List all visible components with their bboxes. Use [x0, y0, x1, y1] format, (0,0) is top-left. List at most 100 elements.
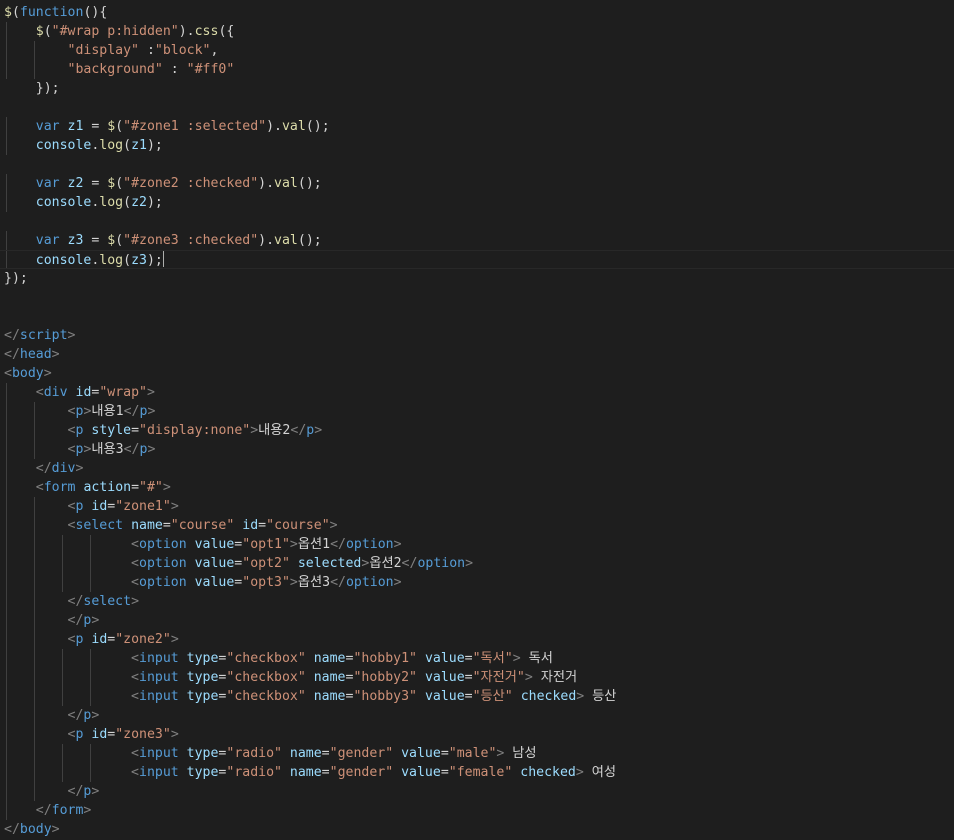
code-line[interactable]: <body> [0, 364, 954, 383]
code-token: type [186, 670, 219, 685]
code-line[interactable]: var z1 = $("#zone1 :selected").val(); [0, 117, 954, 136]
code-line[interactable]: }); [0, 269, 954, 288]
code-line[interactable] [0, 288, 954, 307]
code-line[interactable]: console.log(z3); [0, 250, 954, 269]
code-line[interactable]: </form> [0, 801, 954, 820]
code-line[interactable]: $("#wrap p:hidden").css({ [0, 22, 954, 41]
code-token: > [43, 366, 52, 381]
code-token: = [464, 670, 473, 685]
code-token: 자전거 [532, 670, 578, 685]
code-token: > [524, 670, 533, 685]
code-token: > [289, 575, 298, 590]
code-text: <input type="radio" name="gender" value=… [4, 763, 616, 782]
code-line[interactable]: </script> [0, 326, 954, 345]
code-text: </form> [4, 801, 92, 820]
code-token: > [170, 499, 179, 514]
code-token: ); [146, 138, 163, 153]
code-token: ( [123, 138, 132, 153]
code-token: </ [67, 784, 84, 799]
code-line[interactable]: </p> [0, 706, 954, 725]
code-line[interactable] [0, 98, 954, 117]
code-token: head [19, 347, 52, 362]
code-line[interactable]: var z2 = $("#zone2 :checked").val(); [0, 174, 954, 193]
code-token: "등산" [472, 689, 513, 704]
code-line[interactable]: <p>내용1</p> [0, 402, 954, 421]
code-line[interactable]: </body> [0, 820, 954, 839]
code-token: name [131, 518, 163, 533]
code-line[interactable]: </div> [0, 459, 954, 478]
code-line[interactable] [0, 212, 954, 231]
code-line[interactable]: <input type="checkbox" name="hobby1" val… [0, 649, 954, 668]
code-text: console.log(z3); [4, 251, 164, 269]
code-line[interactable]: <select name="course" id="course"> [0, 516, 954, 535]
code-token: < [35, 385, 44, 400]
code-editor[interactable]: $(function(){ $("#wrap p:hidden").css({ … [0, 0, 954, 840]
code-line[interactable]: console.log(z1); [0, 136, 954, 155]
code-token: div [43, 385, 68, 400]
code-token: </ [67, 708, 84, 723]
code-line[interactable]: "display" :"block", [0, 41, 954, 60]
code-line[interactable] [0, 155, 954, 174]
code-text: </p> [4, 611, 100, 630]
code-text: <select name="course" id="course"> [4, 516, 338, 535]
code-text: <p id="zone2"> [4, 630, 179, 649]
code-line[interactable]: </select> [0, 592, 954, 611]
code-line[interactable]: <div id="wrap"> [0, 383, 954, 402]
code-line[interactable]: <form action="#"> [0, 478, 954, 497]
code-line[interactable]: <input type="checkbox" name="hobby2" val… [0, 668, 954, 687]
code-line[interactable]: <p>내용3</p> [0, 440, 954, 459]
code-line[interactable]: <p id="zone3"> [0, 725, 954, 744]
text-cursor [162, 251, 164, 267]
code-token: $ [4, 5, 12, 20]
code-text: $(function(){ [4, 3, 107, 22]
code-line[interactable]: }); [0, 79, 954, 98]
code-token: = [440, 765, 449, 780]
code-token: "hobby2" [353, 670, 417, 685]
code-token: = [83, 233, 108, 248]
code-token: select [83, 594, 132, 609]
code-token: css [194, 24, 219, 39]
code-line[interactable]: <p id="zone1"> [0, 497, 954, 516]
code-line[interactable]: <option value="opt3">옵션3</option> [0, 573, 954, 592]
code-token: "opt1" [242, 537, 290, 552]
code-line[interactable]: <input type="radio" name="gender" value=… [0, 744, 954, 763]
code-line[interactable]: <p style="display:none">내용2</p> [0, 421, 954, 440]
code-token: val [274, 233, 298, 248]
code-token: > [289, 537, 298, 552]
code-line[interactable]: <input type="checkbox" name="hobby3" val… [0, 687, 954, 706]
code-line[interactable]: "background" : "#ff0" [0, 60, 954, 79]
code-line[interactable]: </p> [0, 782, 954, 801]
code-line[interactable] [0, 307, 954, 326]
code-token: value [424, 670, 465, 685]
code-token: = [83, 176, 108, 191]
code-line[interactable]: </p> [0, 611, 954, 630]
code-line[interactable]: <option value="opt1">옵션1</option> [0, 535, 954, 554]
code-token: ); [146, 253, 163, 268]
code-token: 남성 [504, 746, 537, 761]
code-line[interactable]: $(function(){ [0, 3, 954, 22]
code-line[interactable]: var z3 = $("#zone3 :checked").val(); [0, 231, 954, 250]
code-token: value [424, 651, 465, 666]
code-token: input [139, 765, 179, 780]
code-token: $ [35, 24, 44, 39]
code-token: < [131, 746, 139, 761]
code-line[interactable]: <option value="opt2" selected>옵션2</optio… [0, 554, 954, 573]
code-text: <p>내용1</p> [4, 402, 156, 421]
code-token: > [51, 347, 60, 362]
code-line[interactable]: <p id="zone2"> [0, 630, 954, 649]
code-line[interactable]: </head> [0, 345, 954, 364]
code-line[interactable]: <input type="radio" name="gender" value=… [0, 763, 954, 782]
code-line[interactable]: console.log(z2); [0, 193, 954, 212]
